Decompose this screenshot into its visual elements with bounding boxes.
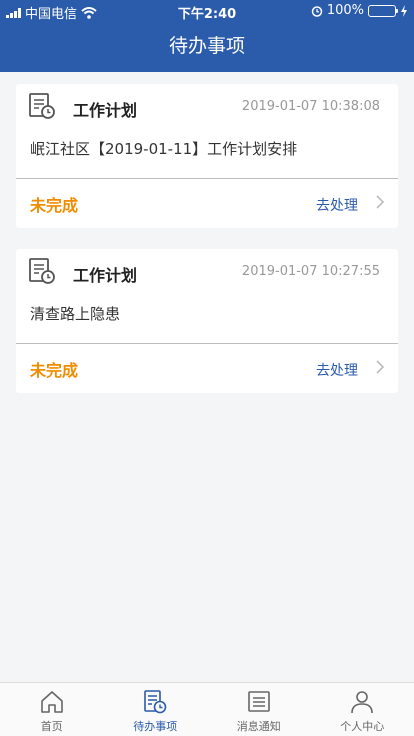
task-card[interactable]: 工作计划 2019-01-07 10:27:55 清查路上隐患 未完成 去处理	[16, 249, 398, 393]
tab-messages[interactable]: 消息通知	[207, 683, 311, 736]
home-icon	[40, 691, 63, 713]
tab-profile[interactable]: 个人中心	[311, 683, 414, 736]
tab-bar: 首页 待办事项 消息通知 个人中心	[0, 682, 414, 736]
todo-icon	[144, 690, 167, 714]
status-bar: 中国电信 下午2:40 100%	[0, 0, 414, 22]
person-icon	[351, 691, 374, 714]
task-type: 工作计划	[73, 266, 138, 285]
tab-label: 个人中心	[340, 720, 385, 733]
charging-icon	[401, 4, 407, 17]
message-icon	[247, 691, 270, 712]
battery-percent: 100%	[326, 3, 364, 18]
tab-label: 消息通知	[236, 720, 281, 733]
handle-button[interactable]: 去处理	[316, 195, 358, 215]
work-plan-icon	[29, 258, 55, 284]
chevron-right-icon[interactable]	[374, 359, 386, 375]
task-type: 工作计划	[73, 101, 138, 120]
alarm-icon	[311, 5, 323, 17]
task-content: 清查路上隐患	[30, 305, 121, 323]
page-title: 待办事项	[0, 22, 414, 72]
task-status: 未完成	[30, 361, 79, 380]
task-card[interactable]: 工作计划 2019-01-07 10:38:08 岷江社区【2019-01-11…	[16, 84, 398, 228]
tab-home[interactable]: 首页	[0, 683, 104, 736]
task-time: 2019-01-07 10:38:08	[241, 99, 380, 114]
handle-button[interactable]: 去处理	[316, 360, 358, 380]
task-status: 未完成	[30, 196, 79, 215]
chevron-right-icon[interactable]	[374, 194, 386, 210]
tab-label: 待办事项	[133, 720, 178, 733]
tab-label: 首页	[40, 720, 63, 733]
work-plan-icon	[29, 93, 55, 119]
task-content: 岷江社区【2019-01-11】工作计划安排	[30, 140, 298, 158]
tab-todo[interactable]: 待办事项	[104, 683, 208, 736]
battery-icon	[368, 4, 398, 17]
task-time: 2019-01-07 10:27:55	[241, 264, 380, 279]
